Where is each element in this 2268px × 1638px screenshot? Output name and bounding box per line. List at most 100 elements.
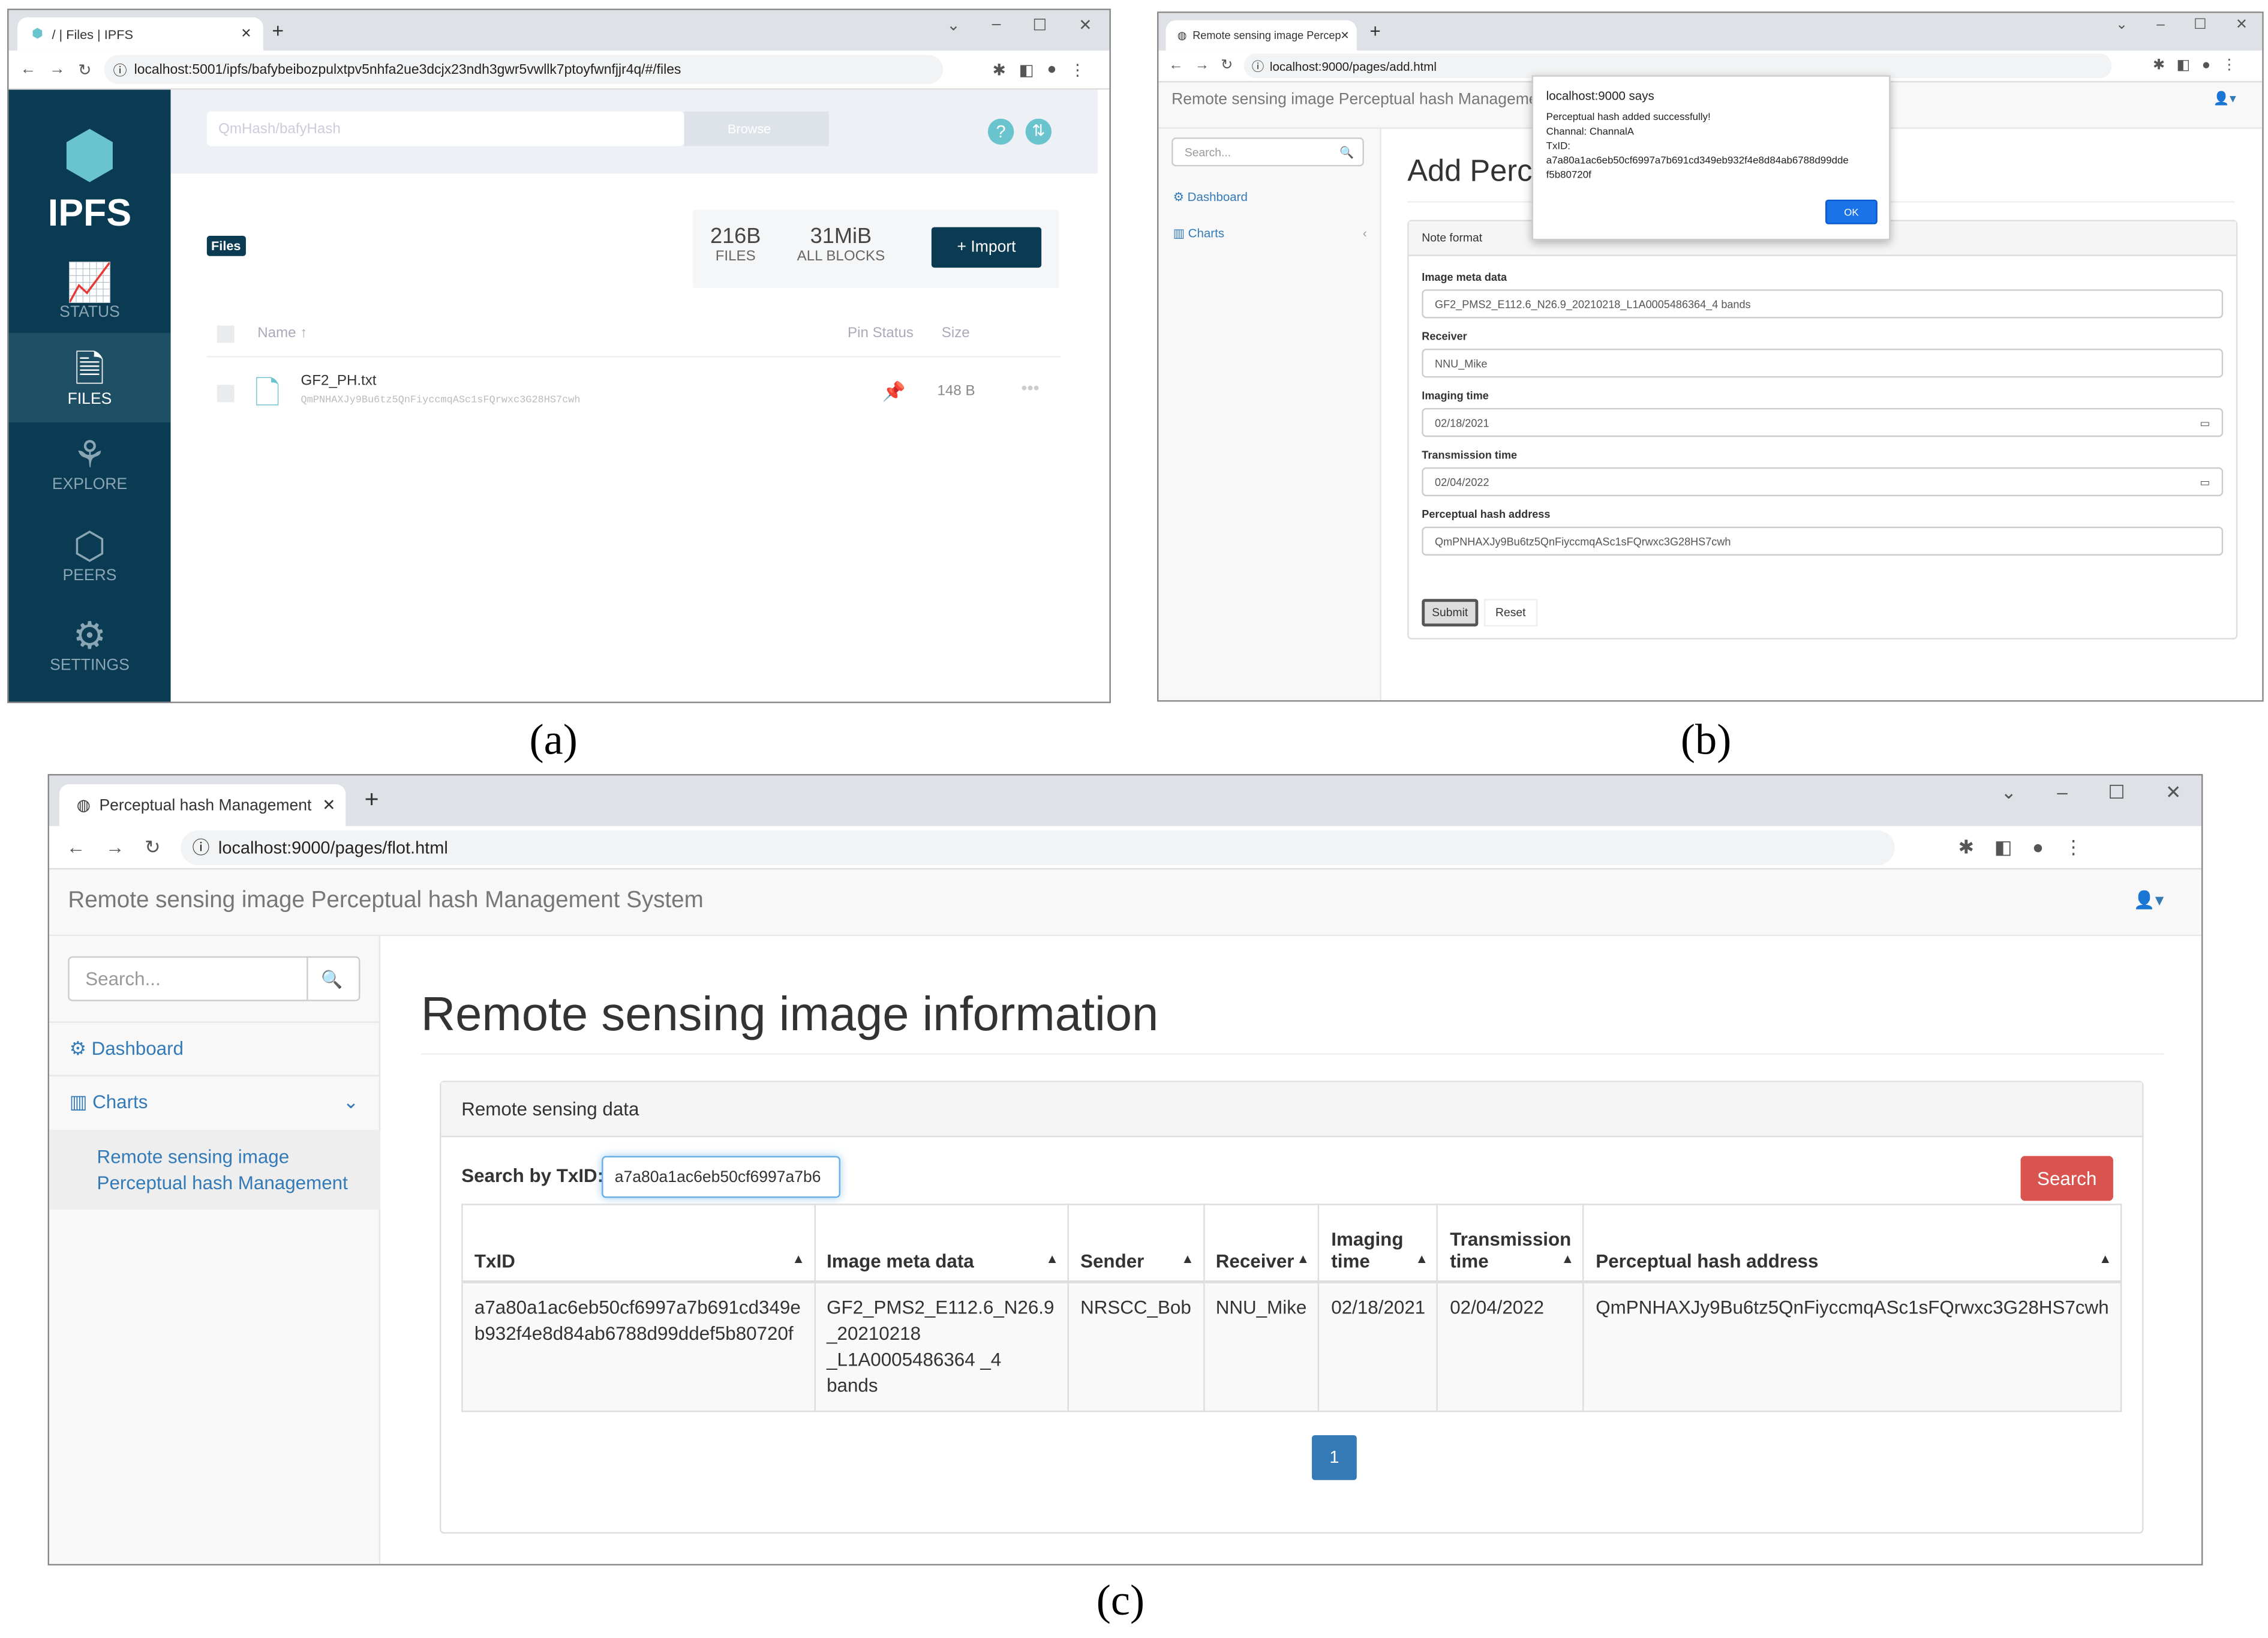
sidebar-item-charts[interactable]: ▥ Charts ‹	[1173, 226, 1367, 242]
form-field-4[interactable]: QmPNHAXJy9Bu6tz5QnFiyccmqASc1sFQrwxc3G28…	[1422, 526, 2224, 556]
new-tab-icon[interactable]: +	[1370, 20, 1381, 42]
puzzle-icon[interactable]: ✱	[1958, 836, 1974, 859]
menu-icon[interactable]: ⋮	[2064, 836, 2083, 859]
column-header[interactable]: Sender ▲	[1067, 1204, 1204, 1283]
user-menu-icon[interactable]: 👤▾	[2134, 890, 2164, 910]
column-header[interactable]: Receiver ▲	[1203, 1204, 1320, 1283]
sort-icon[interactable]: ▲	[1561, 1251, 1575, 1265]
column-header[interactable]: Imaging time ▲	[1318, 1204, 1438, 1283]
breadcrumb-files[interactable]: Files	[206, 236, 245, 256]
sort-icon[interactable]: ▲	[1297, 1251, 1310, 1265]
search-icon[interactable]: 🔍	[1339, 145, 1354, 158]
menu-icon[interactable]: ⋮	[2222, 58, 2236, 74]
submit-button[interactable]: Submit	[1422, 599, 1479, 627]
profile-icon[interactable]: ●	[2032, 836, 2044, 858]
close-window-icon[interactable]: ✕	[1079, 16, 1092, 35]
puzzle-icon[interactable]: ✱	[2153, 58, 2165, 74]
reload-icon[interactable]: ↻	[1221, 58, 1233, 74]
column-header[interactable]: Perceptual hash address ▲	[1582, 1204, 2122, 1283]
sidepanel-icon[interactable]: ◧	[1019, 60, 1034, 79]
sidebar-item-dashboard[interactable]: ⚙ Dashboard	[1173, 190, 1248, 206]
file-row[interactable]: 🗋 GF2_PH.txt QmPNHAXJy9Bu6tz5QnFiyccmqAS…	[207, 363, 1061, 421]
browser-tab[interactable]: ⬢ / | Files | IPFS ✕	[17, 17, 263, 51]
form-field-0[interactable]: GF2_PMS2_E112.6_N26.9_20210218_L1A000548…	[1422, 289, 2224, 319]
nav-files[interactable]: 🗎 FILES	[8, 332, 171, 423]
maximize-icon[interactable]: ☐	[1032, 16, 1047, 35]
sidepanel-icon[interactable]: ◧	[2176, 58, 2190, 74]
form-field-3[interactable]: 02/04/2022 ▭	[1422, 467, 2224, 497]
txid-search-input[interactable]: a7a80a1ac6eb50cf6997a7b6	[602, 1156, 840, 1198]
sort-icon[interactable]: ▲	[1181, 1251, 1194, 1265]
sort-icon[interactable]: ▲	[2099, 1251, 2112, 1265]
new-tab-icon[interactable]: +	[365, 785, 379, 814]
sidebar-item-dashboard[interactable]: ⚙ Dashboard	[70, 1037, 184, 1061]
back-icon[interactable]: ←	[1168, 58, 1183, 74]
search-button[interactable]: Search	[2020, 1156, 2113, 1201]
import-button[interactable]: + Import	[931, 227, 1042, 268]
ok-button[interactable]: OK	[1825, 199, 1878, 224]
maximize-icon[interactable]: ☐	[2108, 781, 2125, 805]
sort-icon[interactable]: ▲	[792, 1251, 805, 1265]
forward-icon[interactable]: →	[1195, 58, 1209, 74]
forward-icon[interactable]: →	[49, 61, 65, 78]
close-window-icon[interactable]: ✕	[2236, 17, 2248, 34]
close-tab-icon[interactable]: ✕	[1341, 29, 1350, 42]
sidebar-subitem-management[interactable]: Remote sensing image Perceptual hash Mana…	[49, 1130, 381, 1210]
table-row[interactable]: a7a80a1ac6eb50cf6997a7b691cd349e b932f4e8…	[461, 1280, 2122, 1412]
sidebar-search-input[interactable]: Search... 🔍	[1171, 137, 1364, 167]
close-tab-icon[interactable]: ✕	[322, 796, 335, 815]
browser-tab[interactable]: ◍ Perceptual hash Management ✕	[59, 784, 346, 826]
form-field-2[interactable]: 02/18/2021 ▭	[1422, 407, 2224, 437]
puzzle-icon[interactable]: ✱	[993, 60, 1006, 79]
chevron-down-icon[interactable]: ⌄	[2001, 781, 2017, 805]
calendar-icon[interactable]: ▭	[2200, 416, 2210, 429]
pagination-page-1[interactable]: 1	[1312, 1435, 1357, 1480]
help-icon[interactable]: ?	[987, 118, 1014, 145]
nav-peers[interactable]: ⬡ PEERS	[8, 524, 170, 608]
close-tab-icon[interactable]: ✕	[241, 26, 251, 42]
back-icon[interactable]: ←	[20, 61, 37, 78]
user-menu-icon[interactable]: 👤▾	[2213, 91, 2236, 107]
minimize-icon[interactable]: –	[2156, 17, 2164, 34]
back-icon[interactable]: ←	[67, 836, 85, 858]
nav-status[interactable]: 📈 STATUS	[8, 256, 170, 340]
select-all-checkbox[interactable]	[217, 325, 235, 343]
column-header[interactable]: Transmission time ▲	[1437, 1204, 1585, 1283]
browser-tab[interactable]: ◍ Remote sensing image Percep ✕	[1165, 20, 1357, 51]
pin-icon[interactable]: 📌	[882, 380, 906, 404]
app-title[interactable]: Remote sensing image Perceptual hash Man…	[68, 889, 703, 914]
sidebar-search-input[interactable]: Search... 🔍	[68, 956, 361, 1001]
profile-icon[interactable]: ●	[2202, 58, 2211, 74]
nav-settings[interactable]: ⚙ SETTINGS	[8, 613, 170, 697]
file-checkbox[interactable]	[217, 385, 235, 403]
column-header[interactable]: TxID ▲	[461, 1204, 815, 1283]
close-window-icon[interactable]: ✕	[2165, 781, 2181, 805]
browse-button[interactable]: Browse	[684, 111, 829, 146]
sort-name-header[interactable]: Name ↑	[257, 326, 307, 342]
more-options-icon[interactable]: •••	[1021, 377, 1039, 398]
nav-explore[interactable]: ⚘ EXPLORE	[8, 433, 170, 517]
address-bar[interactable]: ⓘ localhost:9000/pages/add.html	[1244, 53, 2113, 79]
sort-icon[interactable]: ▲	[1416, 1251, 1429, 1265]
address-bar[interactable]: ⓘ localhost:9000/pages/flot.html	[181, 829, 1895, 865]
reload-icon[interactable]: ↻	[145, 836, 160, 859]
address-bar[interactable]: ⓘ localhost:5001/ipfs/bafybeibozpulxtpv5n…	[104, 55, 944, 84]
sidebar-item-charts[interactable]: ▥ Charts ⌄	[70, 1091, 359, 1114]
profile-icon[interactable]: ●	[1047, 61, 1056, 78]
minimize-icon[interactable]: –	[2057, 781, 2067, 805]
chevron-down-icon[interactable]: ⌄	[2116, 17, 2128, 34]
new-tab-icon[interactable]: +	[272, 19, 284, 42]
reload-icon[interactable]: ↻	[78, 60, 91, 79]
column-header[interactable]: Image meta data ▲	[813, 1204, 1069, 1283]
forward-icon[interactable]: →	[106, 836, 124, 858]
maximize-icon[interactable]: ☐	[2194, 17, 2207, 34]
sidepanel-icon[interactable]: ◧	[1994, 836, 2012, 859]
calendar-icon[interactable]: ▭	[2200, 475, 2210, 488]
search-icon[interactable]: 🔍	[321, 968, 343, 989]
menu-icon[interactable]: ⋮	[1070, 60, 1086, 79]
sync-icon[interactable]: ⇅	[1025, 118, 1052, 145]
hash-search-input[interactable]: QmHash/bafyHash	[206, 111, 684, 146]
chevron-down-icon[interactable]: ⌄	[947, 16, 960, 35]
reset-button[interactable]: Reset	[1483, 599, 1537, 627]
sort-icon[interactable]: ▲	[1046, 1251, 1059, 1265]
